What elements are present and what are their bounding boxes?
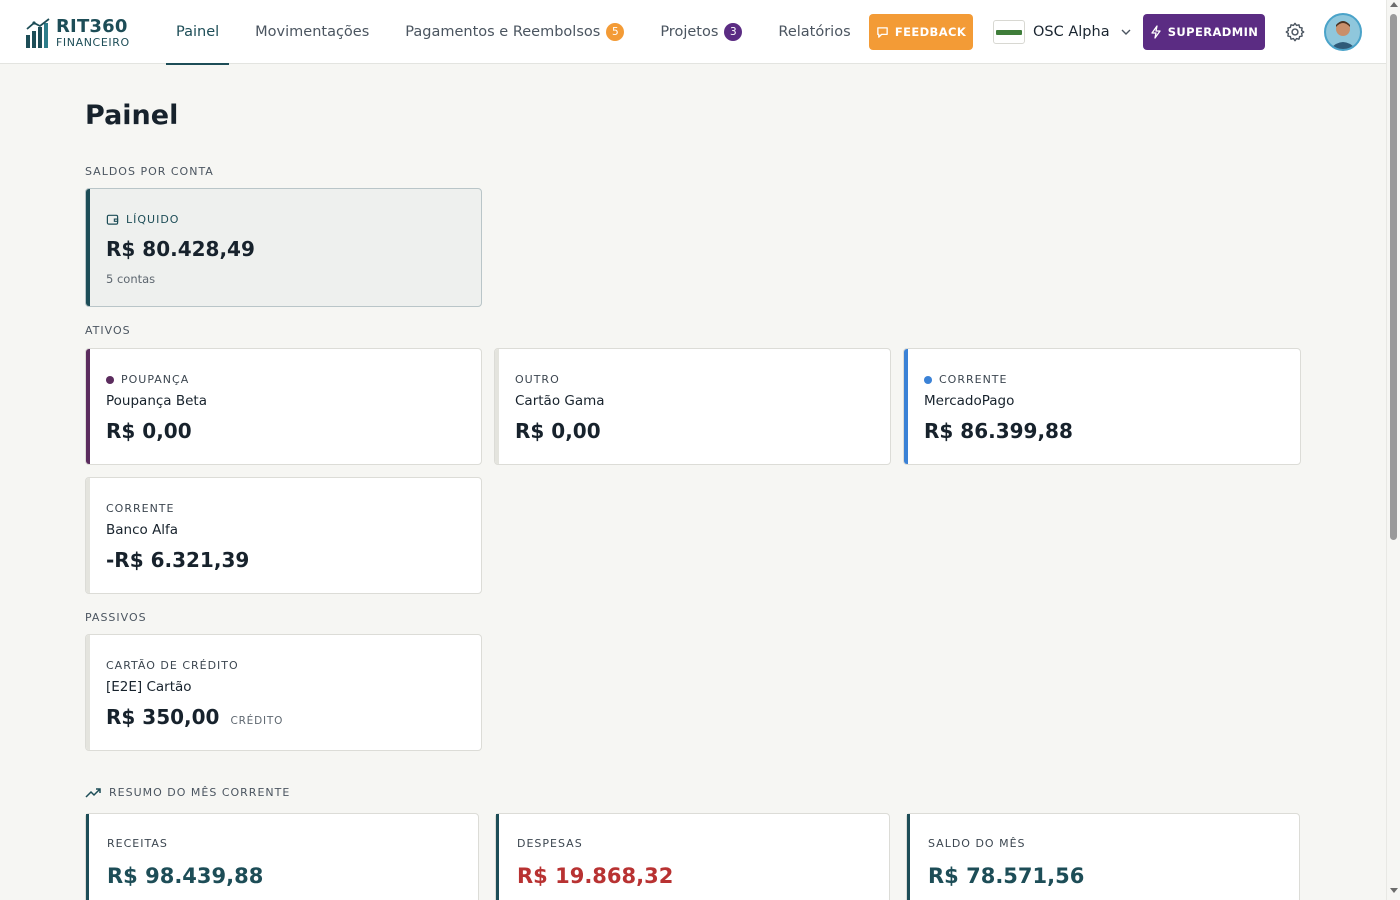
feedback-label: FEEDBACK: [894, 25, 967, 39]
chevron-down-icon: [1121, 29, 1131, 35]
assets-section-label: ATIVOS: [85, 324, 131, 337]
account-card[interactable]: CORRENTE MercadoPago R$ 86.399,88: [903, 348, 1301, 465]
feedback-button[interactable]: FEEDBACK: [869, 14, 973, 50]
account-balance: -R$ 6.321,39: [106, 548, 250, 572]
main-nav: Painel Movimentações Pagamentos e Reembo…: [166, 0, 877, 65]
account-balance: R$ 350,00: [106, 705, 220, 729]
user-avatar[interactable]: [1324, 13, 1362, 51]
account-name: MercadoPago: [924, 393, 1015, 409]
card-type-label: CORRENTE: [939, 373, 1008, 386]
organization-name: OSC Alpha: [1033, 24, 1110, 40]
page-scrollbar[interactable]: [1386, 0, 1400, 900]
nav-item-label: Movimentações: [255, 24, 370, 40]
card-type-label: OUTRO: [515, 373, 560, 386]
liquid-balance-card: LÍQUIDO R$ 80.428,49 5 contas: [85, 188, 482, 307]
nav-item-label: Painel: [176, 24, 220, 40]
summary-value: R$ 78.571,56: [928, 864, 1085, 888]
nav-item-label: Projetos: [660, 24, 719, 40]
count-badge: 3: [724, 23, 743, 41]
account-card[interactable]: CARTÃO DE CRÉDITO [E2E] Cartão R$ 350,00…: [85, 634, 482, 751]
scroll-down-arrow[interactable]: [1390, 888, 1398, 893]
superadmin-label: SUPERADMIN: [1167, 25, 1259, 39]
chat-bubble-icon: [877, 26, 888, 38]
user-portrait-icon: [1326, 15, 1360, 49]
lightning-icon: [1151, 25, 1161, 39]
account-type-dot: [924, 375, 932, 384]
nav-item-pagamentos-reembolsos[interactable]: Pagamentos e Reembolsos 5: [395, 0, 634, 64]
top-navigation-bar: RIT360 FINANCEIRO Painel Movimentações P…: [0, 0, 1386, 65]
brand-name: RIT360: [56, 16, 128, 37]
nav-item-painel[interactable]: Painel: [166, 0, 230, 65]
scroll-thumb[interactable]: [1390, 14, 1397, 540]
organization-logo: [993, 20, 1025, 44]
summary-value: R$ 98.439,88: [107, 864, 264, 888]
nav-item-movimentacoes[interactable]: Movimentações: [245, 0, 379, 64]
brand-logo[interactable]: RIT360 FINANCEIRO: [24, 16, 130, 50]
summary-label: SALDO DO MÊS: [928, 837, 1026, 850]
nav-item-label: Pagamentos e Reembolsos: [405, 24, 601, 40]
trending-up-icon: [85, 787, 101, 798]
account-type-dot: [106, 375, 114, 384]
organization-selector[interactable]: OSC Alpha: [993, 18, 1132, 46]
account-card[interactable]: POUPANÇA Poupança Beta R$ 0,00: [85, 348, 482, 465]
card-type-label: CARTÃO DE CRÉDITO: [106, 659, 239, 672]
summary-card-saldo-mes: SALDO DO MÊS R$ 78.571,56: [906, 813, 1300, 900]
account-balance: R$ 86.399,88: [924, 419, 1073, 443]
nav-item-projetos[interactable]: Projetos 3: [650, 0, 752, 64]
account-name: Poupança Beta: [106, 393, 207, 409]
summary-section-label: RESUMO DO MÊS CORRENTE: [109, 786, 291, 799]
count-badge: 5: [606, 23, 625, 41]
summary-label: DESPESAS: [517, 837, 583, 850]
scroll-up-arrow[interactable]: [1390, 2, 1398, 7]
nav-item-relatorios[interactable]: Relatórios: [768, 0, 860, 64]
summary-section-header: RESUMO DO MÊS CORRENTE: [85, 786, 290, 799]
superadmin-button[interactable]: SUPERADMIN: [1143, 14, 1265, 50]
card-type-label: LÍQUIDO: [126, 213, 180, 226]
account-count: 5 contas: [106, 272, 156, 286]
gear-icon[interactable]: [1284, 21, 1306, 43]
summary-label: RECEITAS: [107, 837, 168, 850]
liabilities-section-label: PASSIVOS: [85, 611, 147, 624]
logo-icon: [26, 18, 50, 48]
wallet-icon: [106, 214, 119, 225]
card-type-label: POUPANÇA: [121, 373, 190, 386]
account-balance: R$ 0,00: [106, 419, 192, 443]
page-title: Painel: [85, 100, 179, 131]
credit-tag: CRÉDITO: [230, 715, 284, 727]
account-name: [E2E] Cartão: [106, 679, 192, 695]
account-balance: R$ 0,00: [515, 419, 601, 443]
account-name: Banco Alfa: [106, 522, 179, 538]
summary-card-despesas: DESPESAS R$ 19.868,32: [495, 813, 890, 900]
brand-subtitle: FINANCEIRO: [56, 36, 130, 49]
account-card[interactable]: OUTRO Cartão Gama R$ 0,00: [494, 348, 891, 465]
summary-card-receitas: RECEITAS R$ 98.439,88: [85, 813, 479, 900]
nav-item-label: Relatórios: [778, 24, 851, 40]
account-card[interactable]: CORRENTE Banco Alfa -R$ 6.321,39: [85, 477, 482, 594]
summary-value: R$ 19.868,32: [517, 864, 674, 888]
balances-section-label: SALDOS POR CONTA: [85, 165, 214, 178]
liquid-balance-value: R$ 80.428,49: [106, 237, 255, 261]
card-type-label: CORRENTE: [106, 502, 175, 515]
account-name: Cartão Gama: [515, 393, 605, 409]
